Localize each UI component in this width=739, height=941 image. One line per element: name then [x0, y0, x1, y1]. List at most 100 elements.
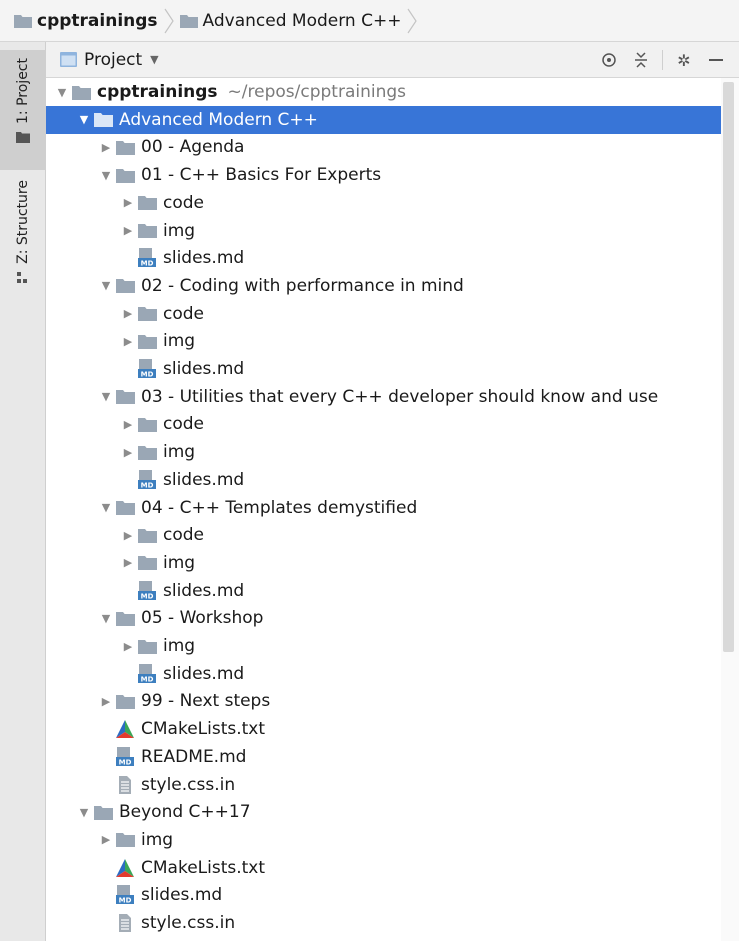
tree-file-row[interactable]: style.css.in [46, 909, 721, 937]
tree-folder-row[interactable]: ▼ cpptrainings ~/repos/cpptrainings [46, 78, 721, 106]
tree-file-row[interactable]: style.css.in [46, 771, 721, 799]
folder-icon [136, 189, 158, 217]
tree-file-row[interactable]: CMakeLists.txt [46, 854, 721, 882]
expand-arrow-down-icon[interactable]: ▼ [76, 106, 92, 134]
tree-file-row[interactable]: MD slides.md [46, 660, 721, 688]
scrollbar-thumb[interactable] [723, 82, 734, 652]
tree-folder-row[interactable]: ▶ code [46, 300, 721, 328]
tree-item-path-hint: ~/repos/cpptrainings [227, 82, 407, 102]
markdown-file-icon: MD [136, 355, 158, 383]
expand-arrow-right-icon[interactable]: ▶ [120, 327, 136, 355]
tree-item-label: slides.md [163, 359, 245, 379]
tree-folder-row[interactable]: ▶ code [46, 189, 721, 217]
tree-item-label: slides.md [141, 885, 223, 906]
expand-arrow-right-icon[interactable]: ▶ [120, 632, 136, 660]
expand-arrow-right-icon[interactable]: ▶ [98, 687, 114, 715]
tree-file-row[interactable]: MD slides.md [46, 881, 721, 909]
tree-folder-row[interactable]: ▼ 05 - Workshop [46, 604, 721, 632]
tree-item-label: style.css.in [141, 774, 236, 795]
tree-item-label: 03 - Utilities that every C++ developer … [141, 386, 659, 407]
structure-icon [17, 271, 27, 283]
tree-folder-row[interactable]: ▼ 03 - Utilities that every C++ developer… [46, 383, 721, 411]
folder-icon [179, 14, 198, 28]
expand-arrow-right-icon[interactable]: ▶ [120, 521, 136, 549]
folder-icon [114, 383, 136, 411]
folder-icon [114, 272, 136, 300]
tool-window-title: Project [84, 49, 143, 70]
expand-arrow-down-icon[interactable]: ▼ [98, 161, 114, 189]
expand-arrow-right-icon[interactable]: ▶ [120, 217, 136, 245]
tree-folder-row[interactable]: ▶ img [46, 438, 721, 466]
folder-icon [16, 131, 30, 143]
expand-arrow-right-icon[interactable]: ▶ [120, 438, 136, 466]
tree-folder-row[interactable]: ▶ img [46, 327, 721, 355]
tree-item-label: README.md [141, 746, 247, 767]
markdown-file-icon: MD [136, 577, 158, 605]
tree-item-label: img [163, 442, 196, 463]
cmake-file-icon [114, 715, 136, 743]
markdown-file-icon: MD [136, 244, 158, 272]
breadcrumb-label: Advanced Modern C++ [202, 10, 402, 31]
breadcrumb-item-root[interactable]: cpptrainings [14, 6, 164, 36]
tree-folder-row[interactable]: ▶ 99 - Next steps [46, 687, 721, 715]
settings-icon[interactable]: ✲ [671, 47, 697, 73]
svg-text:MD: MD [141, 260, 154, 268]
tree-file-row[interactable]: CMakeLists.txt [46, 715, 721, 743]
svg-text:MD: MD [141, 592, 154, 600]
tree-folder-row[interactable]: ▼ Beyond C++17 [46, 798, 721, 826]
tab-project-label: 1: Project [15, 58, 31, 124]
tree-folder-row[interactable]: ▼ 02 - Coding with performance in mind [46, 272, 721, 300]
expand-arrow-down-icon[interactable]: ▼ [54, 78, 70, 106]
tree-folder-row[interactable]: ▶ code [46, 521, 721, 549]
expand-arrow-right-icon[interactable]: ▶ [120, 410, 136, 438]
tree-item-label: slides.md [163, 248, 245, 269]
locate-icon[interactable] [596, 47, 622, 73]
tree-file-row[interactable]: MD README.md [46, 743, 721, 771]
tab-structure[interactable]: Z: Structure [0, 176, 46, 296]
tree-folder-row[interactable]: ▶ img [46, 632, 721, 660]
expand-arrow-down-icon[interactable]: ▼ [98, 604, 114, 632]
expand-arrow-down-icon[interactable]: ▼ [98, 494, 114, 522]
tree-folder-row[interactable]: ▶ code [46, 410, 721, 438]
tree-item-label: img [163, 636, 196, 656]
minimize-icon[interactable] [703, 47, 729, 73]
expand-arrow-right-icon[interactable]: ▶ [98, 826, 114, 854]
expand-arrow-down-icon[interactable]: ▼ [76, 798, 92, 826]
expand-arrow-right-icon[interactable]: ▶ [98, 133, 114, 161]
folder-icon [70, 78, 92, 106]
expand-arrow-right-icon[interactable]: ▶ [120, 189, 136, 217]
tree-file-row[interactable]: MD slides.md [46, 355, 721, 383]
expand-arrow-down-icon[interactable]: ▼ [98, 272, 114, 300]
tab-project[interactable]: 1: Project [0, 50, 46, 170]
breadcrumb-item-current[interactable]: Advanced Modern C++ [179, 6, 408, 36]
tree-folder-row[interactable]: ▶ img [46, 549, 721, 577]
tree-file-row[interactable]: MD slides.md [46, 244, 721, 272]
folder-icon [114, 161, 136, 189]
project-tree[interactable]: ▼ cpptrainings ~/repos/cpptrainings ▼ Advanc… [46, 78, 721, 941]
expand-arrow-right-icon[interactable]: ▶ [120, 549, 136, 577]
tree-item-label: style.css.in [141, 913, 236, 933]
folder-icon [136, 632, 158, 660]
tree-folder-row[interactable]: ▶ img [46, 826, 721, 854]
breadcrumb-label: cpptrainings [37, 10, 158, 31]
tree-folder-row[interactable]: ▼ 01 - C++ Basics For Experts [46, 161, 721, 189]
tree-folder-row[interactable]: ▶ 00 - Agenda [46, 133, 721, 161]
project-view-selector[interactable]: Project ▼ [60, 50, 159, 70]
tree-item-label: 00 - Agenda [141, 137, 245, 158]
tree-folder-row[interactable]: ▼ Advanced Modern C++ [46, 105, 721, 134]
expand-arrow-down-icon[interactable]: ▼ [98, 383, 114, 411]
markdown-file-icon: MD [136, 660, 158, 688]
expand-arrow-right-icon[interactable]: ▶ [120, 300, 136, 328]
tree-item-label: 02 - Coding with performance in mind [141, 275, 464, 296]
svg-text:MD: MD [141, 481, 154, 489]
svg-text:MD: MD [119, 897, 132, 905]
collapse-all-icon[interactable] [628, 47, 654, 73]
tree-file-row[interactable]: MD slides.md [46, 466, 721, 494]
tool-window-strip: 1: Project Z: Structure [0, 42, 46, 941]
tree-folder-row[interactable]: ▶ img [46, 217, 721, 245]
tree-folder-row[interactable]: ▼ 04 - C++ Templates demystified [46, 494, 721, 522]
tree-file-row[interactable]: MD slides.md [46, 577, 721, 605]
